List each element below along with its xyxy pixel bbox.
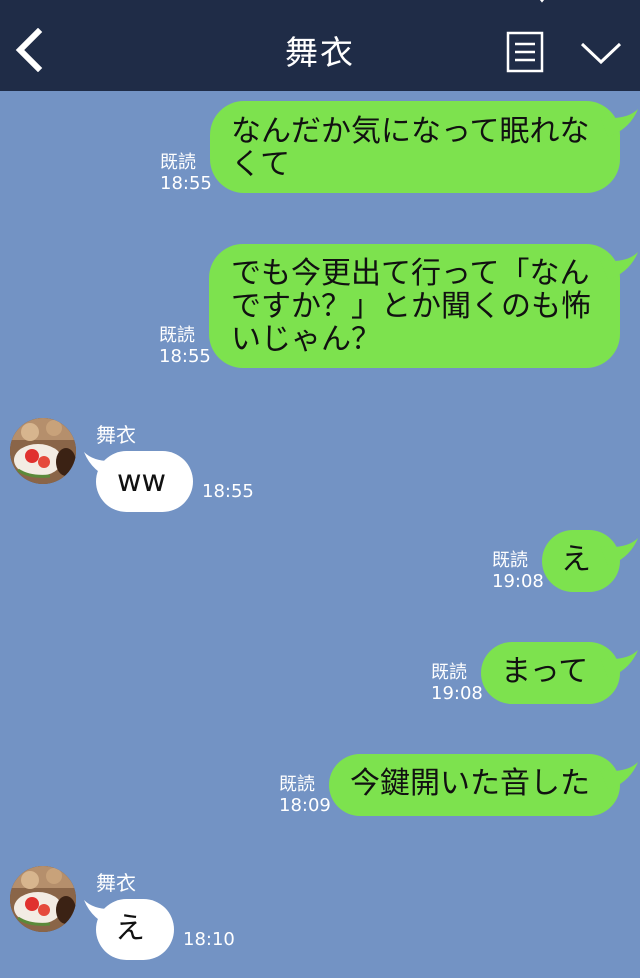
message-text: え [115,911,145,946]
bubble-tail [600,252,638,280]
back-chevron-icon[interactable] [12,28,48,72]
incoming-message-bubble[interactable]: ww [96,451,193,512]
chat-title: 舞衣 [285,33,355,72]
message-meta: 既読 18:55 [160,152,212,194]
bubble-tail [600,109,638,137]
message-meta: 既読 19:08 [431,662,483,704]
bubble-tail [600,538,638,566]
avatar[interactable] [10,866,76,932]
chevron-down-icon[interactable] [578,38,624,68]
message-list[interactable]: 既読 18:55 なんだか気になって眠れな くて 既読 18:55 でも今更出て… [0,91,640,978]
incoming-message-bubble[interactable]: え [96,899,174,960]
message-time: 18:55 [202,481,254,502]
read-receipt: 既読 [279,774,315,795]
status-indicator-icon [539,0,545,3]
avatar[interactable] [10,418,76,484]
message-text: なんだか気になって眠れな くて [231,114,590,182]
message-time: 19:08 [431,683,483,704]
outgoing-message-bubble[interactable]: 今鍵開いた音した [329,754,620,816]
message-text: 今鍵開いた音した [350,766,590,801]
message-time: 18:55 [160,173,212,194]
avatar-image-icon [10,866,76,932]
message-time: 18:10 [183,929,235,950]
outgoing-message-bubble[interactable]: なんだか気になって眠れな くて [210,101,620,193]
avatar-image-icon [10,418,76,484]
menu-document-icon[interactable] [506,31,544,73]
bubble-tail [600,650,638,678]
read-receipt: 既読 [431,662,467,683]
message-time: 18:55 [159,346,211,367]
message-meta: 既読 18:55 [159,325,211,367]
sender-name: 舞衣 [96,871,136,895]
message-time: 19:08 [492,571,544,592]
message-meta: 既読 18:09 [279,774,331,816]
chat-header: 舞衣 [0,0,640,91]
read-receipt: 既読 [492,550,528,571]
sender-name: 舞衣 [96,423,136,447]
read-receipt: 既読 [160,152,196,173]
message-text: でも今更出て行って「なん ですか？」とか聞くのも怖 いじゃん？ [231,256,591,357]
outgoing-message-bubble[interactable]: でも今更出て行って「なん ですか？」とか聞くのも怖 いじゃん？ [209,244,620,368]
read-receipt: 既読 [159,325,195,346]
message-text: ww [117,464,167,499]
message-meta: 既読 19:08 [492,550,544,592]
message-time: 18:09 [279,795,331,816]
bubble-tail [600,762,638,790]
